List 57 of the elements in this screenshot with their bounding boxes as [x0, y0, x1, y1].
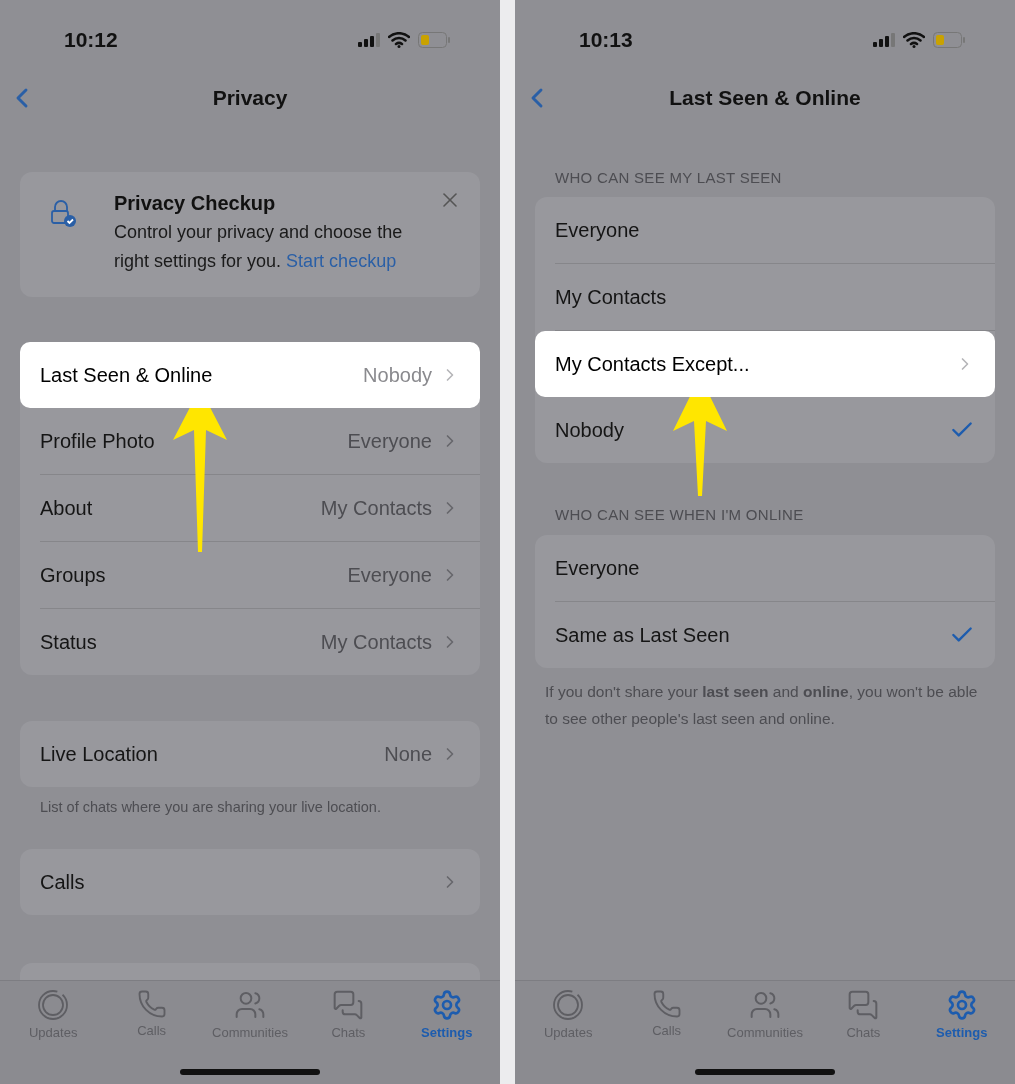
option-label: My Contacts Except...	[555, 352, 750, 377]
checkup-text: Control your privacy and choose the right settings for you. Start checkup	[114, 221, 404, 273]
people-icon	[233, 989, 266, 1021]
phone-icon	[136, 989, 167, 1019]
screen-title: Last Seen & Online	[669, 85, 861, 112]
settings-row[interactable]: Calls	[20, 849, 480, 915]
row-value: My Contacts	[320, 630, 432, 655]
row-value: My Contacts	[320, 496, 432, 521]
row-label: Profile Photo	[40, 429, 155, 454]
battery-icon	[418, 32, 450, 48]
updates-icon	[37, 989, 70, 1021]
settings-row[interactable]: About My Contacts	[20, 475, 480, 541]
settings-row[interactable]: Profile Photo Everyone	[20, 408, 480, 474]
settings-row[interactable]: Live Location None	[20, 721, 480, 787]
option-row[interactable]: My Contacts	[535, 264, 995, 330]
row-label: Status	[40, 630, 97, 655]
row-value: None	[384, 742, 432, 767]
updates-icon	[552, 989, 585, 1021]
option-label: Nobody	[555, 418, 624, 443]
section-header: WHO CAN SEE MY LAST SEEN	[555, 167, 782, 188]
chat-bubbles-icon	[847, 989, 880, 1021]
option-label: Everyone	[555, 556, 640, 581]
signal-icon	[358, 33, 380, 47]
row-label: Groups	[40, 563, 106, 588]
option-row[interactable]: My Contacts Except...	[535, 331, 995, 397]
option-label: Same as Last Seen	[555, 623, 730, 648]
wifi-icon	[388, 32, 410, 48]
battery-icon	[933, 32, 965, 48]
option-row[interactable]: Everyone	[535, 197, 995, 263]
row-label: Last Seen & Online	[40, 363, 213, 388]
status-time: 10:13	[579, 27, 633, 54]
option-label: My Contacts	[555, 285, 667, 310]
row-label: About	[40, 496, 93, 521]
row-value: Everyone	[347, 429, 432, 454]
settings-row[interactable]: Status My Contacts	[20, 609, 480, 675]
option-row[interactable]: Everyone	[535, 535, 995, 601]
section-footer: If you don't share your last seen and online, you won't be able to see other people's last seen and online.	[535, 678, 995, 732]
people-icon	[748, 989, 781, 1021]
settings-row[interactable]: Last Seen & Online Nobody	[20, 342, 480, 408]
row-value: Everyone	[347, 563, 432, 588]
chat-bubbles-icon	[332, 989, 365, 1021]
row-label: Calls	[40, 870, 85, 895]
row-value: Nobody	[363, 363, 432, 388]
lock-check-icon	[48, 198, 78, 228]
wifi-icon	[903, 32, 925, 48]
status-time: 10:12	[64, 27, 118, 54]
checkup-title: Privacy Checkup	[114, 191, 277, 216]
signal-icon	[873, 33, 895, 47]
phone-icon	[651, 989, 682, 1019]
settings-row[interactable]: Groups Everyone	[20, 542, 480, 608]
option-row[interactable]: Same as Last Seen	[535, 602, 995, 668]
screen-title: Privacy	[212, 85, 288, 112]
option-label: Everyone	[555, 218, 640, 243]
row-label: Live Location	[40, 742, 158, 767]
option-row[interactable]: Nobody	[535, 397, 995, 463]
section-header: WHO CAN SEE WHEN I'M ONLINE	[555, 504, 804, 525]
section-footer: List of chats where you are sharing your live location.	[20, 797, 480, 817]
